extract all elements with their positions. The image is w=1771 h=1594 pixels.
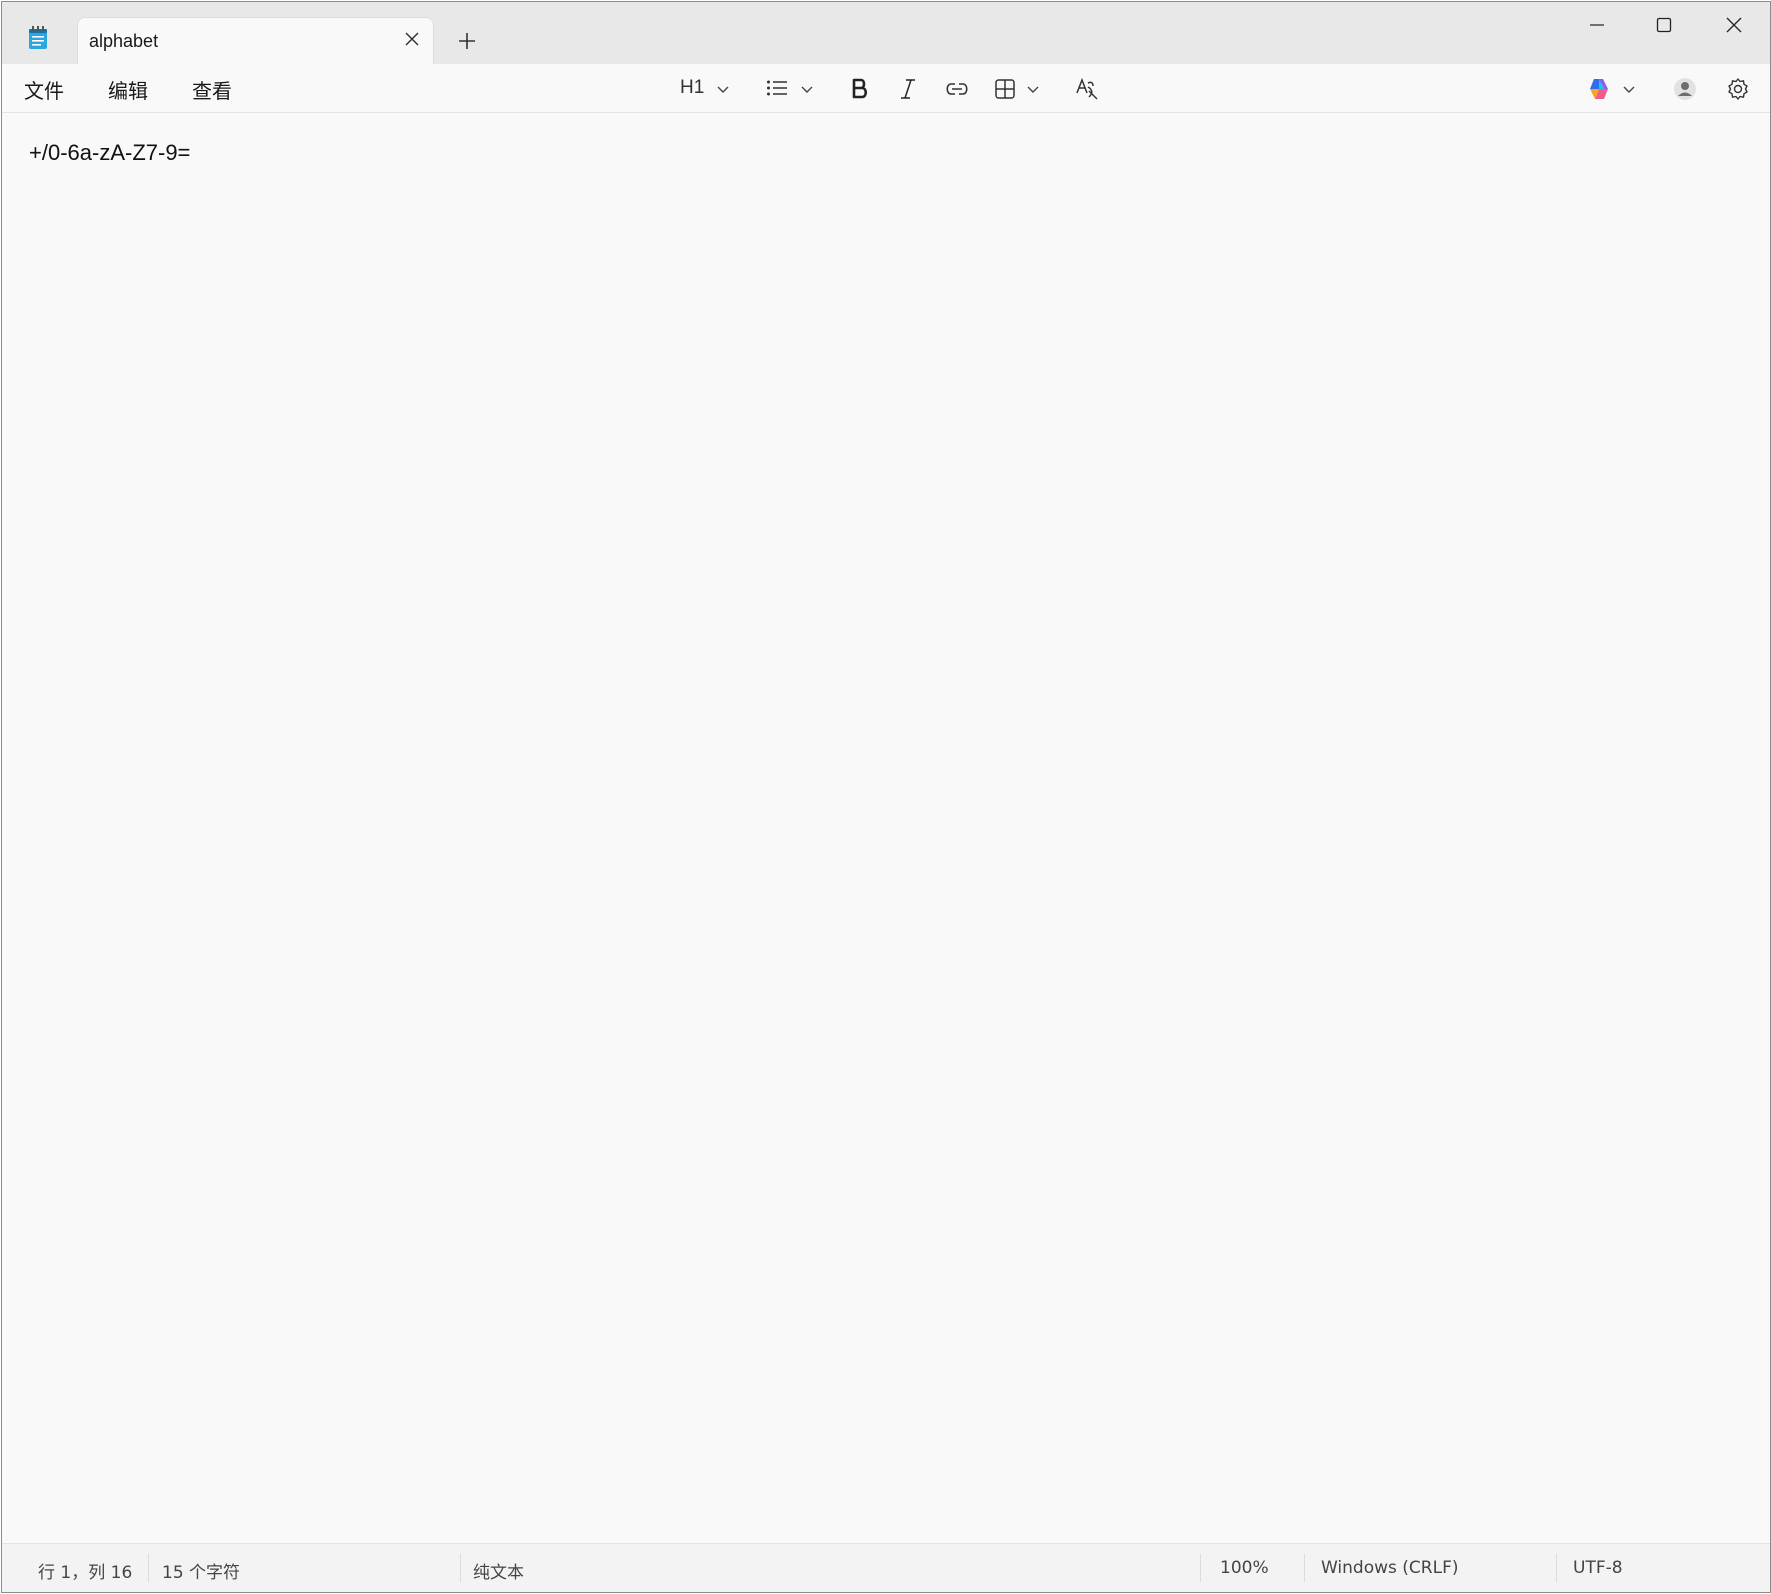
account-icon — [1674, 78, 1696, 100]
list-dropdown[interactable] — [762, 72, 818, 104]
italic-icon — [901, 79, 915, 99]
heading-label: H1 — [680, 77, 705, 98]
bold-button[interactable] — [844, 72, 876, 104]
chevron-down-icon — [717, 86, 729, 93]
bold-icon — [852, 78, 868, 99]
character-count: 15 个字符 — [162, 1563, 241, 1583]
link-button[interactable] — [940, 72, 974, 104]
chevron-down-icon — [1623, 86, 1635, 93]
maximize-button[interactable] — [1629, 2, 1699, 46]
text-editor[interactable]: +/0-6a-zA-Z7-9= — [2, 113, 1770, 1544]
close-window-button[interactable] — [1699, 2, 1769, 46]
copilot-icon — [1590, 79, 1608, 99]
status-divider — [1556, 1554, 1557, 1582]
minimize-icon — [1590, 24, 1604, 26]
tab-title: alphabet — [89, 31, 159, 51]
clear-formatting-button[interactable] — [1072, 72, 1102, 104]
menu-view[interactable]: 查看 — [192, 75, 232, 104]
close-icon[interactable] — [403, 30, 421, 48]
status-bar: 行 1，列 16 15 个字符 纯文本 100% Windows (CRLF) … — [2, 1543, 1770, 1592]
copilot-dropdown[interactable] — [1582, 72, 1642, 104]
new-tab-button[interactable] — [456, 30, 478, 52]
format-indicator[interactable]: 纯文本 — [473, 1558, 524, 1583]
table-dropdown[interactable] — [990, 72, 1046, 104]
line-ending[interactable]: Windows (CRLF) — [1321, 1558, 1459, 1578]
status-divider — [1200, 1554, 1201, 1582]
encoding[interactable]: UTF-8 — [1573, 1558, 1623, 1578]
chevron-down-icon — [1027, 86, 1039, 93]
italic-button[interactable] — [892, 72, 924, 104]
account-button[interactable] — [1670, 72, 1700, 104]
status-divider — [1304, 1554, 1305, 1582]
settings-button[interactable] — [1722, 72, 1754, 104]
minimize-button[interactable] — [1562, 2, 1632, 46]
status-divider — [460, 1554, 461, 1582]
heading-dropdown[interactable]: H1 — [678, 72, 734, 104]
status-divider — [148, 1554, 149, 1582]
bulleted-list-icon — [767, 80, 787, 96]
clear-formatting-icon — [1076, 77, 1098, 100]
tab-alphabet[interactable]: alphabet — [77, 17, 434, 66]
table-icon — [995, 79, 1015, 99]
menu-bar: 文件 编辑 查看 H1 — [2, 64, 1770, 113]
zoom-level[interactable]: 100% — [1220, 1558, 1269, 1578]
chevron-down-icon — [801, 86, 813, 93]
maximize-icon — [1656, 17, 1672, 33]
gear-icon — [1728, 78, 1748, 100]
notepad-icon — [28, 26, 48, 50]
title-bar[interactable]: alphabet — [2, 2, 1770, 66]
cursor-position: 行 1，列 16 — [38, 1563, 133, 1583]
menu-edit[interactable]: 编辑 — [108, 75, 148, 104]
close-icon — [1726, 17, 1742, 33]
notepad-window: alphabet 文件 编辑 查看 H1 +/0-6a-zA-Z7-9= 行 1… — [1, 1, 1771, 1593]
plus-icon — [459, 33, 475, 49]
menu-file[interactable]: 文件 — [24, 75, 64, 104]
editor-content[interactable]: +/0-6a-zA-Z7-9= — [29, 140, 190, 166]
link-icon — [946, 83, 968, 95]
